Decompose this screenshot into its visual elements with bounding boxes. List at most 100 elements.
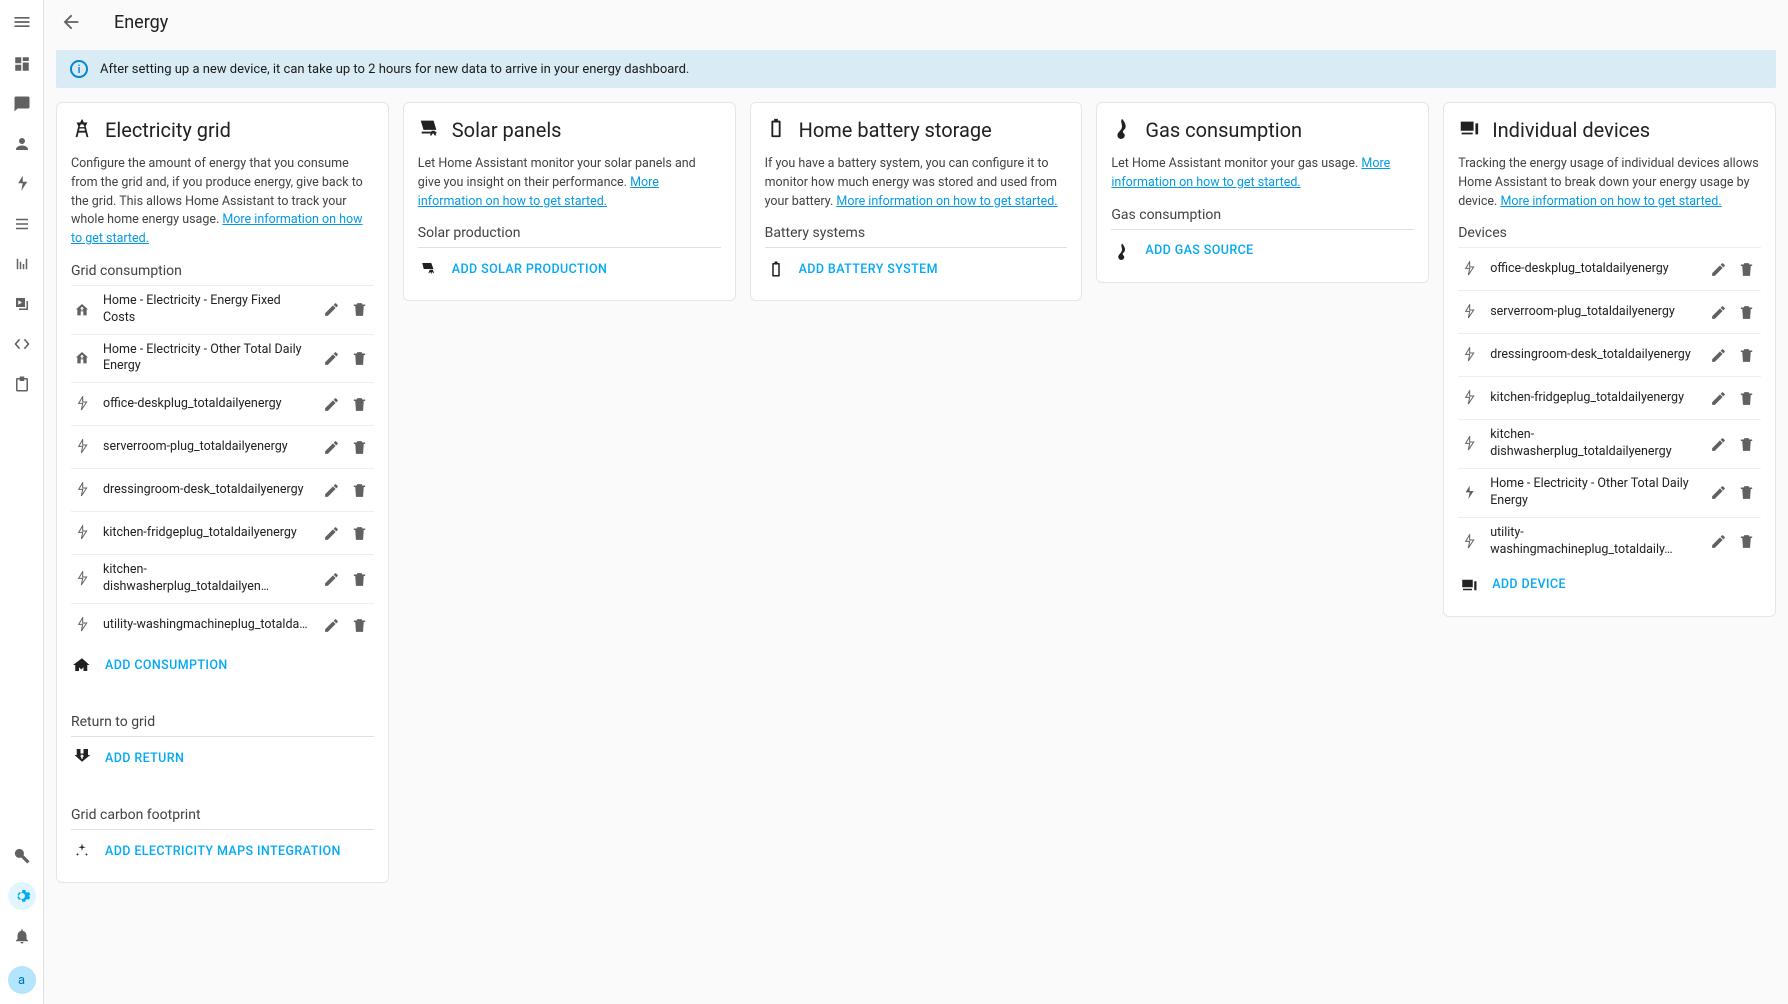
add-electricity-maps-button[interactable]: ADD ELECTRICITY MAPS INTEGRATION: [71, 832, 374, 874]
delete-button[interactable]: [346, 296, 374, 324]
grid-consumption-list: Home - Electricity - Energy Fixed CostsH…: [71, 285, 374, 646]
sidebar-item-clipboard[interactable]: [8, 370, 36, 398]
list-item-label: serverroom-plug_totaldailyenergy: [103, 439, 318, 456]
section-title-devices: Devices: [1458, 225, 1761, 241]
edit-button[interactable]: [1705, 479, 1733, 507]
sidebar-item-logbook[interactable]: [8, 210, 36, 238]
sidebar-item-people[interactable]: [8, 130, 36, 158]
delete-button[interactable]: [346, 433, 374, 461]
sidebar-item-messages[interactable]: [8, 90, 36, 118]
flash-out-icon: [71, 525, 93, 541]
add-battery-system-button[interactable]: ADD BATTERY SYSTEM: [765, 250, 1068, 292]
back-button[interactable]: [60, 11, 82, 33]
delete-button[interactable]: [1733, 298, 1761, 326]
edit-button[interactable]: [1705, 298, 1733, 326]
delete-button[interactable]: [1733, 430, 1761, 458]
delete-button[interactable]: [1733, 255, 1761, 283]
delete-button[interactable]: [1733, 341, 1761, 369]
sidebar-item-media[interactable]: [8, 290, 36, 318]
card-title: Individual devices: [1492, 118, 1650, 142]
edit-button[interactable]: [1705, 430, 1733, 458]
delete-button[interactable]: [346, 344, 374, 372]
edit-button[interactable]: [1705, 528, 1733, 556]
edit-button[interactable]: [318, 565, 346, 593]
card-title: Gas consumption: [1145, 118, 1302, 142]
sidebar-item-notifications[interactable]: [8, 922, 36, 950]
list-item-label: office-deskplug_totaldailyenergy: [1490, 261, 1705, 278]
section-title-return-to-grid: Return to grid: [71, 714, 374, 730]
sidebar-item-history[interactable]: [8, 250, 36, 278]
flash-out-icon: [1458, 261, 1480, 277]
add-label: ADD GAS SOURCE: [1145, 243, 1253, 258]
list-item: dressingroom-desk_totaldailyenergy: [1458, 333, 1761, 376]
sidebar: a: [0, 0, 44, 1004]
delete-button[interactable]: [1733, 384, 1761, 412]
more-info-link[interactable]: More information on how to get started.: [836, 194, 1057, 209]
add-device-button[interactable]: ADD DEVICE: [1458, 566, 1761, 608]
edit-button[interactable]: [1705, 341, 1733, 369]
sidebar-item-devtools[interactable]: [8, 842, 36, 870]
devices-list: office-deskplug_totaldailyenergyserverro…: [1458, 247, 1761, 565]
fire-add-icon: [1111, 242, 1133, 260]
add-label: ADD BATTERY SYSTEM: [799, 262, 938, 277]
list-item: Home - Electricity - Other Total Daily E…: [71, 334, 374, 383]
delete-button[interactable]: [346, 476, 374, 504]
list-item-label: dressingroom-desk_totaldailyenergy: [103, 482, 318, 499]
edit-button[interactable]: [1705, 384, 1733, 412]
section-title-battery-systems: Battery systems: [765, 225, 1068, 241]
list-item-label: office-deskplug_totaldailyenergy: [103, 396, 318, 413]
card-home-battery: Home battery storage If you have a batte…: [750, 102, 1083, 301]
flash-out-icon: [1458, 534, 1480, 550]
solar-panel-icon: [418, 117, 452, 143]
card-title: Solar panels: [452, 118, 562, 142]
card-description: Let Home Assistant monitor your solar pa…: [418, 155, 721, 211]
list-item: office-deskplug_totaldailyenergy: [71, 382, 374, 425]
sidebar-item-settings[interactable]: [8, 882, 36, 910]
edit-button[interactable]: [318, 611, 346, 639]
list-item: utility-washingmachineplug_totalda…: [71, 603, 374, 646]
add-gas-source-button[interactable]: ADD GAS SOURCE: [1111, 232, 1414, 274]
list-item-label: utility-washingmachineplug_totaldaily…: [1490, 525, 1705, 559]
hamburger-menu-button[interactable]: [0, 0, 44, 44]
sidebar-item-dashboard[interactable]: [8, 50, 36, 78]
battery-icon: [765, 117, 799, 143]
flash-out-icon: [1458, 390, 1480, 406]
edit-button[interactable]: [318, 519, 346, 547]
edit-button[interactable]: [318, 476, 346, 504]
add-label: ADD ELECTRICITY MAPS INTEGRATION: [105, 844, 341, 859]
info-icon: i: [70, 60, 88, 78]
flash-out-icon: [71, 482, 93, 498]
add-label: ADD CONSUMPTION: [105, 658, 228, 673]
edit-button[interactable]: [318, 433, 346, 461]
list-item-label: kitchen-fridgeplug_totaldailyenergy: [1490, 390, 1705, 407]
topbar: Energy: [44, 0, 1788, 44]
more-info-link[interactable]: More information on how to get started.: [1500, 194, 1721, 209]
add-consumption-button[interactable]: ADD CONSUMPTION: [71, 646, 374, 688]
card-electricity-grid: Electricity grid Configure the amount of…: [56, 102, 389, 883]
delete-button[interactable]: [1733, 528, 1761, 556]
list-item-label: kitchen-dishwasherplug_totaldailyenergy: [1490, 427, 1705, 461]
list-item: kitchen-dishwasherplug_totaldailyen…: [71, 554, 374, 603]
page-title: Energy: [114, 12, 168, 33]
add-return-button[interactable]: ADD RETURN: [71, 739, 374, 781]
sidebar-item-energy[interactable]: [8, 170, 36, 198]
edit-button[interactable]: [318, 344, 346, 372]
delete-button[interactable]: [346, 519, 374, 547]
sidebar-item-code[interactable]: [8, 330, 36, 358]
card-individual-devices: Individual devices Tracking the energy u…: [1443, 102, 1776, 617]
delete-button[interactable]: [346, 611, 374, 639]
list-item-label: Home - Electricity - Other Total Daily E…: [103, 342, 318, 376]
edit-button[interactable]: [318, 390, 346, 418]
card-description: Tracking the energy usage of individual …: [1458, 155, 1761, 211]
list-item-label: utility-washingmachineplug_totalda…: [103, 617, 318, 634]
delete-button[interactable]: [1733, 479, 1761, 507]
delete-button[interactable]: [346, 390, 374, 418]
list-item-label: kitchen-dishwasherplug_totaldailyen…: [103, 562, 318, 596]
card-description: If you have a battery system, you can co…: [765, 155, 1068, 211]
fire-icon: [1111, 117, 1145, 143]
add-solar-production-button[interactable]: ADD SOLAR PRODUCTION: [418, 250, 721, 292]
edit-button[interactable]: [318, 296, 346, 324]
edit-button[interactable]: [1705, 255, 1733, 283]
delete-button[interactable]: [346, 565, 374, 593]
avatar[interactable]: a: [8, 966, 36, 994]
